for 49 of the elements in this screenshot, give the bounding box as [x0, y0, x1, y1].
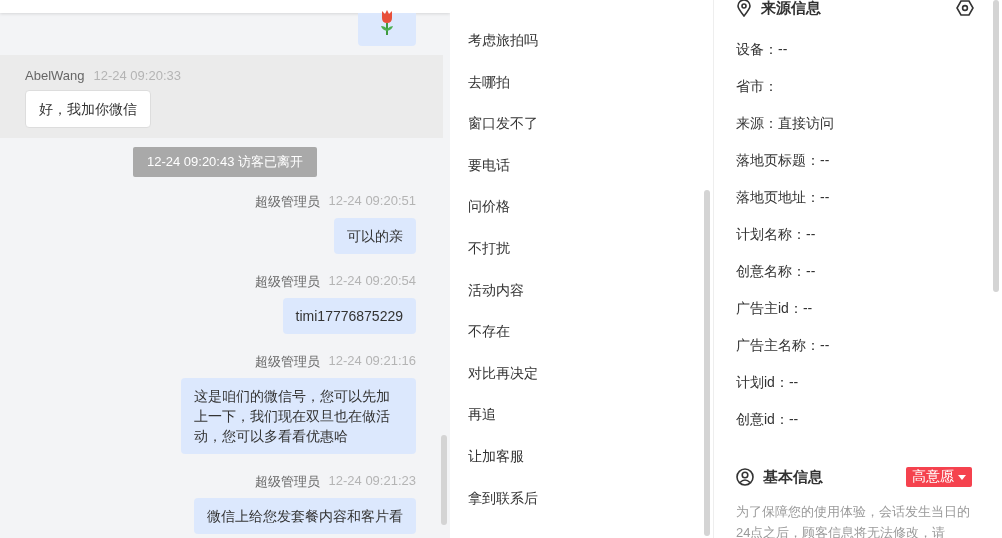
message-time: 12-24 09:20:51	[328, 193, 416, 210]
quick-reply-item[interactable]: 考虑旅拍吗	[450, 26, 713, 68]
system-notice: 12-24 09:20:43 访客已离开	[132, 147, 318, 177]
info-field: 创意名称：--	[736, 261, 980, 281]
section-title: 基本信息	[763, 467, 823, 487]
info-field: 广告主名称：--	[736, 335, 980, 355]
sender-name: 超级管理员	[254, 273, 320, 291]
info-field: 计划id：--	[736, 372, 980, 392]
scrollbar[interactable]	[441, 435, 447, 525]
message-time: 12-24 09:21:23	[328, 473, 416, 490]
scrollbar[interactable]	[993, 0, 999, 292]
message-time: 12-24 09:21:16	[328, 353, 416, 370]
info-field: 创意id：--	[736, 409, 980, 429]
info-field: 来源：直接访问	[736, 113, 980, 133]
quick-reply-item[interactable]: 拿到联系后	[450, 483, 713, 526]
info-field: 计划名称：--	[736, 224, 980, 244]
quick-reply-item[interactable]: 再追	[450, 400, 713, 442]
quick-reply-item[interactable]: 问价格	[450, 192, 713, 234]
location-pin-icon	[736, 0, 752, 17]
caret-icon	[958, 474, 966, 480]
section-title: 来源信息	[761, 0, 821, 18]
quick-reply-item[interactable]: 让加客服	[450, 441, 713, 484]
user-circle-icon	[736, 468, 754, 486]
quick-reply-item[interactable]: 活动内容	[450, 275, 713, 318]
message-bubble: timi17776875229	[282, 298, 416, 334]
settings-icon[interactable]	[956, 0, 974, 17]
info-field: 省市：	[736, 76, 980, 96]
message-bubble: 好，我加你微信	[25, 90, 151, 128]
quick-reply-item[interactable]: 对比再决定	[450, 358, 713, 401]
quick-reply-item[interactable]: 不打扰	[450, 233, 713, 276]
sender-name: 超级管理员	[254, 473, 320, 491]
quick-reply-item[interactable]: 要电话	[450, 150, 713, 193]
message-time: 12-24 09:20:54	[328, 273, 416, 290]
message-bubble: 可以的亲	[334, 218, 416, 254]
sender-name: AbelWang	[25, 68, 85, 83]
quick-reply-item[interactable]: 不存在	[450, 317, 713, 359]
tulip-icon	[380, 9, 394, 35]
info-field: 设备：--	[736, 39, 980, 59]
message-bubble: 这是咱们的微信号，您可以先加上一下，我们现在双旦也在做活动，您可以多看看优惠哈	[181, 378, 416, 454]
quick-reply-item[interactable]: 去哪拍	[450, 67, 713, 110]
quick-reply-item[interactable]: 窗口发不了	[450, 109, 713, 151]
intent-tag-dropdown[interactable]: 高意愿	[906, 467, 972, 487]
info-field: 广告主id：--	[736, 298, 980, 318]
sender-name: 超级管理员	[254, 353, 320, 371]
sender-name: 超级管理员	[254, 193, 320, 211]
message-bubble: 微信上给您发套餐内容和客片看	[194, 498, 416, 534]
scrollbar[interactable]	[704, 190, 710, 536]
info-field: 落地页地址：--	[736, 187, 980, 207]
info-field: 落地页标题：--	[736, 150, 980, 170]
